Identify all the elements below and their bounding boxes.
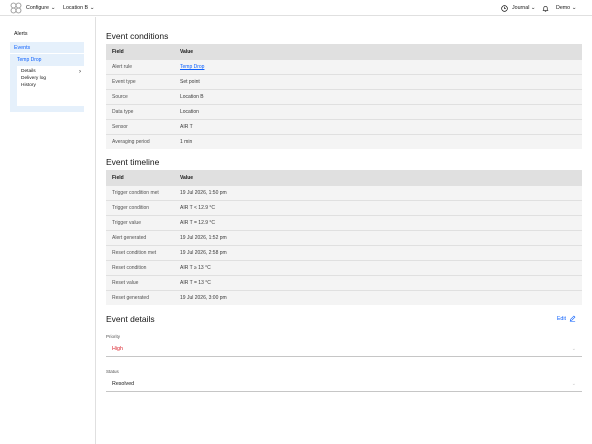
chevron-down-icon: ⌄: [50, 5, 56, 11]
table-row: Event type Set point: [106, 74, 582, 89]
sidebar-item-history[interactable]: History: [21, 83, 36, 88]
chevron-down-icon: ⌄: [571, 5, 577, 11]
location-menu[interactable]: Location B ⌄: [63, 0, 95, 16]
journal-menu[interactable]: Journal ⌄: [501, 0, 536, 16]
row-field: Trigger value: [112, 220, 141, 226]
chevron-down-icon: ⌄: [571, 346, 576, 352]
row-value: AIR T: [180, 124, 193, 130]
row-value: AIR T = 12.9 °C: [180, 220, 216, 226]
configure-menu[interactable]: Configure ⌄: [26, 0, 56, 16]
location-menu-label: Location B: [63, 5, 89, 11]
event-timeline-table: Field Value Trigger condition met 19 Jul…: [106, 170, 582, 305]
event-conditions-title: Event conditions: [106, 31, 169, 41]
sidebar-item-temp-drop[interactable]: Temp Drop: [17, 57, 41, 63]
row-field: Event type: [112, 79, 136, 85]
status-value: Resolved: [112, 381, 135, 387]
row-value: 19 Jul 2026, 3:00 pm: [180, 295, 227, 301]
table-header: Field Value: [106, 44, 582, 59]
row-field: Reset condition: [112, 265, 147, 271]
table-row: Source Location B: [106, 89, 582, 104]
table-row: Data type Location: [106, 104, 582, 119]
table-row: Alert generated 19 Jul 2026, 1:52 pm: [106, 230, 582, 245]
edit-button-label: Edit: [556, 315, 566, 322]
row-value: AIR T < 12.9 °C: [180, 205, 216, 211]
row-value: Location: [180, 109, 199, 115]
chevron-down-icon: ⌄: [89, 5, 95, 11]
row-field: Trigger condition: [112, 205, 150, 211]
table-row: Sensor AIR T: [106, 119, 582, 134]
column-header-value: Value: [180, 48, 194, 55]
row-field: Alert rule: [112, 64, 133, 70]
chevron-right-icon: ›: [79, 69, 81, 75]
priority-value: High: [112, 346, 123, 352]
table-row: Reset generated 19 Jul 2026, 3:00 pm: [106, 290, 582, 305]
table-row: Reset value AIR T = 13 °C: [106, 275, 582, 290]
table-row: Alert rule Temp Drop: [106, 59, 582, 74]
sidebar-submenu: Details Delivery log History ›: [17, 66, 84, 106]
table-header: Field Value: [106, 170, 582, 185]
table-row: Reset condition met 19 Jul 2026, 2:58 pm: [106, 245, 582, 260]
bell-icon: [542, 5, 549, 12]
priority-label: Priority: [106, 334, 121, 339]
status-select[interactable]: Resolved ⌄: [106, 377, 582, 392]
sidebar-item-delivery-log[interactable]: Delivery log: [21, 76, 46, 81]
row-field: Trigger condition met: [112, 190, 159, 196]
sidebar-event-group: Temp Drop Details Delivery log History ›: [10, 54, 84, 112]
clock-icon: [501, 4, 508, 12]
user-menu[interactable]: Demo ⌄: [542, 0, 577, 16]
event-conditions-table: Field Value Alert rule Temp Drop Event t…: [106, 44, 582, 149]
row-value: AIR T ≥ 13 °C: [180, 265, 211, 271]
row-field: Source: [112, 94, 128, 100]
sidebar-item-events[interactable]: Events: [10, 42, 84, 53]
row-value: Set point: [180, 79, 200, 85]
row-field: Data type: [112, 109, 134, 115]
edit-button[interactable]: Edit: [557, 315, 576, 322]
row-field: Reset generated: [112, 295, 149, 301]
priority-select[interactable]: High ⌄: [106, 342, 582, 357]
pencil-icon: [569, 315, 576, 322]
row-value: AIR T = 13 °C: [180, 280, 211, 286]
journal-menu-label: Journal: [512, 5, 530, 11]
table-row: Trigger condition met 19 Jul 2026, 1:50 …: [106, 185, 582, 200]
configure-menu-label: Configure: [26, 5, 49, 11]
user-menu-label: Demo: [556, 5, 571, 11]
table-row: Averaging period 1 min: [106, 134, 582, 149]
row-field: Averaging period: [112, 139, 150, 145]
alert-rule-link[interactable]: Temp Drop: [180, 64, 204, 70]
row-value: 19 Jul 2026, 1:52 pm: [180, 235, 227, 241]
status-label: Status: [106, 369, 119, 374]
event-timeline-title: Event timeline: [106, 157, 160, 167]
app-logo-icon[interactable]: [10, 2, 22, 14]
row-field: Alert generated: [112, 235, 147, 241]
table-row: Trigger condition AIR T < 12.9 °C: [106, 200, 582, 215]
row-value: 1 min: [180, 139, 193, 145]
column-header-field: Field: [112, 48, 124, 55]
row-value: Location B: [180, 94, 204, 100]
column-header-field: Field: [112, 174, 124, 181]
chevron-down-icon: ⌄: [571, 381, 576, 387]
row-field: Reset condition met: [112, 250, 157, 256]
sidebar-item-details[interactable]: Details: [21, 69, 36, 74]
table-row: Trigger value AIR T = 12.9 °C: [106, 215, 582, 230]
event-details-title: Event details: [106, 314, 155, 324]
sidebar-item-alerts[interactable]: Alerts: [14, 31, 28, 37]
row-value: 19 Jul 2026, 2:58 pm: [180, 250, 227, 256]
table-row: Reset condition AIR T ≥ 13 °C: [106, 260, 582, 275]
sidebar: Alerts Events Temp Drop Details Delivery…: [0, 17, 96, 444]
row-value: 19 Jul 2026, 1:50 pm: [180, 190, 227, 196]
row-field: Sensor: [112, 124, 128, 130]
column-header-value: Value: [180, 174, 194, 181]
chevron-down-icon: ⌄: [530, 5, 536, 11]
row-field: Reset value: [112, 280, 139, 286]
top-header: Configure ⌄ Location B ⌄ Journal ⌄ Demo …: [0, 0, 592, 16]
